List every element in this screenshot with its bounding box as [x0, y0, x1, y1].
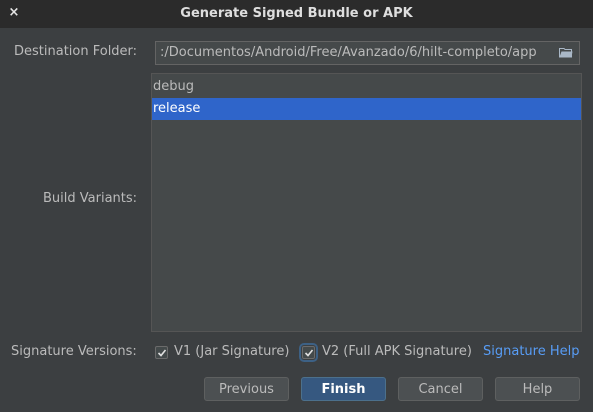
close-button[interactable]: ×: [6, 4, 22, 22]
v1-signature-checkbox[interactable]: [155, 346, 168, 359]
help-button[interactable]: Help: [495, 377, 580, 401]
destination-folder-field[interactable]: :/Documentos/Android/Free/Avanzado/6/hil…: [155, 41, 580, 65]
dialog-title: Generate Signed Bundle or APK: [180, 6, 413, 21]
previous-button[interactable]: Previous: [204, 377, 289, 401]
signature-help-link[interactable]: Signature Help: [483, 344, 579, 359]
finish-button[interactable]: Finish: [301, 377, 386, 401]
v2-signature-label[interactable]: V2 (Full APK Signature): [322, 344, 472, 359]
destination-folder-value[interactable]: :/Documentos/Android/Free/Avanzado/6/hil…: [160, 42, 554, 64]
checkmark-icon: [157, 349, 167, 357]
v1-signature-label[interactable]: V1 (Jar Signature): [174, 344, 289, 359]
list-item-debug[interactable]: debug: [152, 76, 581, 98]
checkmark-icon: [304, 349, 314, 357]
dialog-window: Generate Signed Bundle or APK × Destinat…: [0, 0, 593, 412]
build-variants-label: Build Variants:: [43, 191, 138, 206]
v2-signature-checkbox[interactable]: [299, 343, 318, 362]
title-bar: Generate Signed Bundle or APK ×: [0, 0, 593, 28]
list-item-release[interactable]: release: [152, 98, 581, 120]
build-variants-list[interactable]: debug release: [151, 73, 582, 332]
cancel-button[interactable]: Cancel: [398, 377, 483, 401]
folder-icon[interactable]: [559, 47, 573, 58]
signature-versions-label: Signature Versions:: [11, 344, 137, 359]
destination-folder-label: Destination Folder:: [14, 44, 138, 59]
